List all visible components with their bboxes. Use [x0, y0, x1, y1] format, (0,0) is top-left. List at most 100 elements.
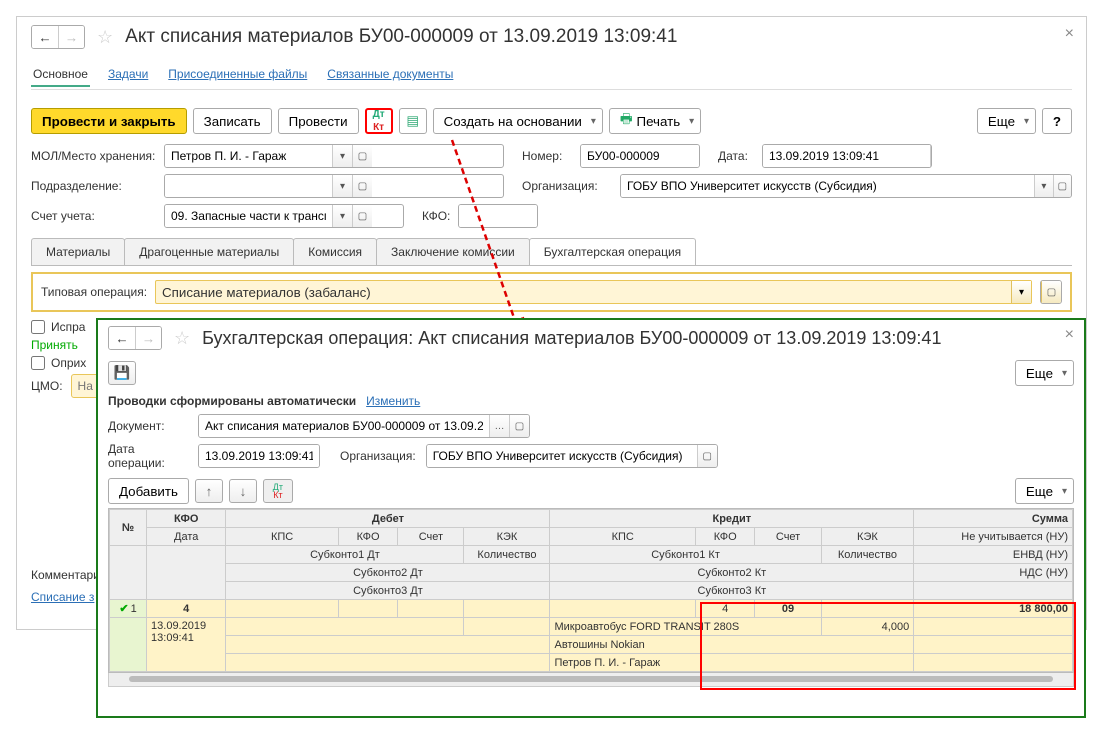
dropdown-icon[interactable]: ▾ — [332, 205, 352, 227]
create-based-button[interactable]: Создать на основании — [433, 108, 603, 134]
row-credit-acc: 09 — [755, 600, 821, 618]
tab-files[interactable]: Присоединенные файлы — [166, 63, 309, 87]
kfo-input[interactable] — [459, 205, 538, 227]
col-sum: Сумма — [914, 510, 1073, 528]
dtkt-button[interactable]: ДтКт — [365, 108, 393, 134]
open-icon[interactable]: ▢ — [1041, 281, 1061, 303]
accounting-window: × ← → ☆ Бухгалтерская операция: Акт спис… — [96, 318, 1086, 718]
help-button[interactable]: ? — [1042, 108, 1072, 134]
dropdown-icon[interactable]: ▾ — [332, 175, 352, 197]
tab-related[interactable]: Связанные документы — [325, 63, 455, 87]
open-icon[interactable]: ▢ — [352, 205, 372, 227]
post-close-button[interactable]: Провести и закрыть — [31, 108, 187, 134]
col-acc-k: Счет — [755, 528, 821, 546]
subtab-commission[interactable]: Комиссия — [293, 238, 377, 265]
org-label: Организация: — [340, 449, 416, 463]
subtab-conclusion[interactable]: Заключение комиссии — [376, 238, 530, 265]
change-link[interactable]: Изменить — [366, 394, 420, 408]
org-input[interactable] — [621, 175, 1034, 197]
account-label: Счет учета: — [31, 209, 156, 223]
col-count-d: Количество — [464, 546, 550, 564]
back-button[interactable]: ← — [32, 26, 58, 48]
doc-input[interactable] — [199, 415, 489, 437]
org-label: Организация: — [522, 179, 612, 193]
division-label: Подразделение: — [31, 179, 156, 193]
col-kps-k: КПС — [550, 528, 695, 546]
star-icon[interactable]: ☆ — [174, 328, 190, 349]
forward-button[interactable]: → — [58, 26, 84, 48]
open-icon[interactable]: ▢ — [1053, 175, 1071, 197]
subtab-accounting[interactable]: Бухгалтерская операция — [529, 238, 696, 265]
dtkt-button[interactable]: ДтКт — [263, 479, 293, 503]
open-icon[interactable]: ▢ — [509, 415, 529, 437]
col-kps-d: КПС — [226, 528, 338, 546]
move-up-button[interactable]: ↑ — [195, 479, 223, 503]
mol-input[interactable] — [165, 145, 332, 167]
division-input[interactable] — [165, 175, 332, 197]
open-icon[interactable]: ▢ — [352, 175, 372, 197]
tab-tasks[interactable]: Задачи — [106, 63, 150, 87]
subtab-materials[interactable]: Материалы — [31, 238, 125, 265]
add-button[interactable]: Добавить — [108, 478, 189, 504]
open-icon[interactable]: ▢ — [352, 145, 372, 167]
subtab-precious[interactable]: Драгоценные материалы — [124, 238, 294, 265]
more-icon[interactable]: … — [489, 415, 509, 437]
accounting-grid[interactable]: № КФО Дебет Кредит Сумма Дата КПС КФО Сч… — [108, 508, 1074, 673]
col-acc-d: Счет — [398, 528, 464, 546]
kfo-label: КФО: — [422, 209, 450, 223]
close-icon[interactable]: × — [1065, 25, 1074, 43]
row-no: 1 — [131, 603, 137, 615]
col-sub2k: Субконто2 Кт — [550, 564, 914, 582]
col-kek-d: КЭК — [464, 528, 550, 546]
open-icon[interactable]: ▢ — [697, 445, 717, 467]
save-icon-button[interactable]: 💾 — [108, 361, 136, 385]
col-kek-k: КЭК — [821, 528, 914, 546]
move-down-button[interactable]: ↓ — [229, 479, 257, 503]
post-button[interactable]: Провести — [278, 108, 359, 134]
col-debit: Дебет — [226, 510, 550, 528]
more-button[interactable]: Еще — [977, 108, 1036, 134]
row-k-sub2: Автошины Nokian — [550, 636, 914, 654]
oprih-checkbox[interactable] — [31, 356, 45, 370]
print-button[interactable]: 🖶Печать — [609, 108, 701, 134]
row-k-sub3: Петров П. И. - Гараж — [550, 654, 914, 672]
more-button[interactable]: Еще — [1015, 478, 1074, 504]
col-kfo-d: КФО — [338, 528, 398, 546]
main-tabs: Основное Задачи Присоединенные файлы Свя… — [31, 63, 1072, 90]
date-label: Дата: — [718, 149, 754, 163]
number-input[interactable] — [581, 145, 700, 167]
printer-icon: 🖶 — [620, 110, 633, 132]
col-no: № — [110, 510, 147, 546]
row-k-sub1: Микроавтобус FORD TRANSIT 280S — [550, 618, 821, 636]
col-envd: ЕНВД (НУ) — [914, 546, 1073, 564]
forward-button[interactable]: → — [135, 327, 161, 349]
col-sub3d: Субконто3 Дт — [226, 582, 550, 600]
more-button[interactable]: Еще — [1015, 360, 1074, 386]
horizontal-scrollbar[interactable] — [108, 673, 1074, 687]
row-credit-kfo: 4 — [695, 600, 755, 618]
ispra-label: Испра — [51, 320, 85, 334]
opdate-input[interactable] — [199, 445, 319, 467]
cmo-label: ЦМО: — [31, 379, 63, 393]
close-icon[interactable]: × — [1065, 326, 1074, 344]
report-button[interactable]: ▤ — [399, 108, 427, 134]
col-nds: НДС (НУ) — [914, 564, 1073, 582]
save-button[interactable]: Записать — [193, 108, 272, 134]
ispra-checkbox[interactable] — [31, 320, 45, 334]
star-icon[interactable]: ☆ — [97, 27, 113, 48]
dropdown-icon[interactable]: ▾ — [332, 145, 352, 167]
back-button[interactable]: ← — [109, 327, 135, 349]
dropdown-icon[interactable]: ▾ — [1034, 175, 1052, 197]
calendar-icon[interactable]: 📅 — [930, 145, 932, 167]
operation-input[interactable] — [156, 281, 1011, 303]
col-sub3k: Субконто3 Кт — [550, 582, 914, 600]
col-kfo: КФО — [147, 510, 226, 528]
mol-label: МОЛ/Место хранения: — [31, 149, 156, 163]
org-input[interactable] — [427, 445, 697, 467]
account-input[interactable] — [165, 205, 332, 227]
date-input[interactable] — [763, 145, 930, 167]
tab-main[interactable]: Основное — [31, 63, 90, 87]
col-sub1k: Субконто1 Кт — [550, 546, 821, 564]
col-date: Дата — [147, 528, 226, 546]
dropdown-icon[interactable]: ▾ — [1011, 281, 1031, 303]
